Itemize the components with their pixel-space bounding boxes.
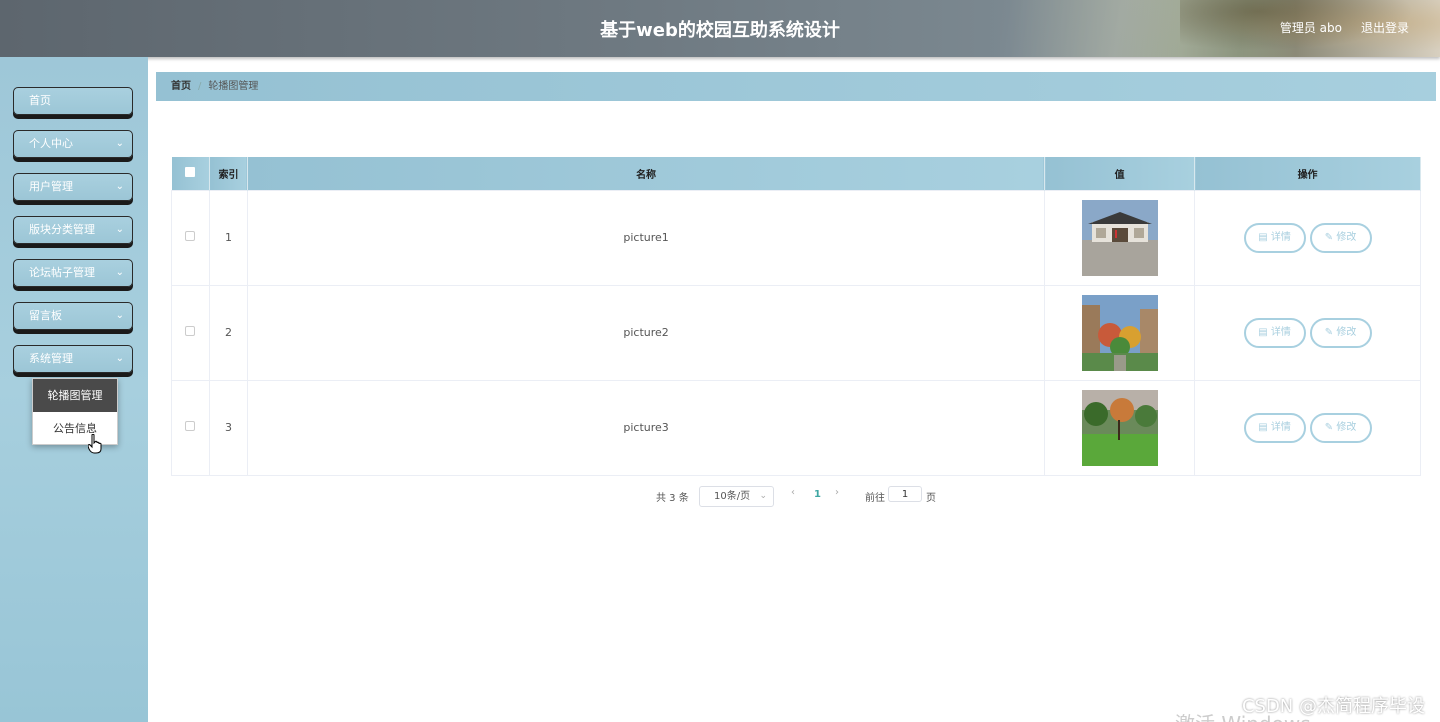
page-unit-label: 页	[926, 493, 936, 504]
pagination-total: 共 3 条	[656, 493, 689, 504]
sidebar-item-system-management[interactable]: 系统管理 ⌄	[13, 345, 133, 373]
row-checkbox[interactable]	[185, 326, 196, 336]
edit-button-label: 修改	[1336, 231, 1357, 243]
row-name: picture2	[246, 284, 1046, 381]
row-checkbox[interactable]	[185, 421, 196, 431]
sidebar-item-user-management[interactable]: 用户管理 ⌄	[13, 173, 133, 201]
row-index: 3	[208, 379, 248, 476]
submenu-item-announcements[interactable]: 公告信息	[33, 412, 117, 445]
detail-button-label: 详情	[1270, 421, 1291, 433]
hand-pointer-cursor-icon	[88, 434, 102, 454]
column-header-index: 索引	[209, 157, 248, 190]
submenu-item-carousel[interactable]: 轮播图管理	[33, 379, 117, 412]
sidebar-item-forum-posts[interactable]: 论坛帖子管理 ⌄	[13, 259, 133, 287]
row-index: 1	[208, 189, 248, 286]
csdn-watermark: CSDN @杰简程序毕设	[1241, 696, 1425, 717]
table-row: 2 picture2 ▤ 详情 ✎ 修改	[171, 284, 1421, 381]
breadcrumb: 首页 / 轮播图管理	[156, 72, 1436, 101]
page-size-value: 10条/页	[714, 491, 751, 502]
sidebar-item-home[interactable]: 首页	[13, 87, 133, 115]
detail-button[interactable]: ▤ 详情	[1243, 222, 1306, 253]
table-header-row: 索引 名称 值 操作	[171, 157, 1421, 190]
sidebar-item-label: 留言板	[29, 309, 62, 322]
sidebar-item-label: 用户管理	[29, 180, 73, 193]
sidebar-item-label: 个人中心	[29, 137, 73, 150]
next-page-icon[interactable]: ›	[835, 487, 839, 498]
current-user-label: 管理员 abo	[1279, 21, 1342, 35]
edit-button[interactable]: ✎ 修改	[1309, 412, 1372, 443]
detail-button[interactable]: ▤ 详情	[1243, 412, 1306, 443]
edit-button[interactable]: ✎ 修改	[1309, 317, 1372, 348]
document-icon: ▤	[1258, 231, 1268, 243]
pencil-icon: ✎	[1324, 231, 1334, 243]
row-name: picture1	[246, 189, 1046, 286]
carousel-thumbnail-image	[1081, 294, 1158, 371]
sidebar-item-message-board[interactable]: 留言板 ⌄	[13, 302, 133, 330]
system-management-submenu: 轮播图管理 公告信息	[32, 378, 118, 445]
edit-button-label: 修改	[1336, 326, 1357, 338]
column-header-value: 值	[1044, 157, 1196, 190]
column-header-name: 名称	[247, 157, 1046, 190]
row-index: 2	[208, 284, 248, 381]
goto-label: 前往	[865, 493, 885, 504]
detail-button-label: 详情	[1270, 326, 1291, 338]
breadcrumb-home[interactable]: 首页	[171, 81, 191, 92]
sidebar-item-board-category[interactable]: 版块分类管理 ⌄	[13, 216, 133, 244]
sidebar-item-label: 版块分类管理	[29, 223, 95, 236]
pencil-icon: ✎	[1324, 421, 1334, 433]
select-all-checkbox[interactable]	[185, 166, 196, 177]
pencil-icon: ✎	[1324, 326, 1334, 338]
row-checkbox[interactable]	[185, 231, 196, 241]
breadcrumb-current: 轮播图管理	[208, 81, 259, 92]
chevron-down-icon: ⌄	[115, 138, 124, 149]
top-header: 基于web的校园互助系统设计 管理员 abo 退出登录	[0, 0, 1440, 57]
edit-button[interactable]: ✎ 修改	[1309, 222, 1372, 253]
chevron-down-icon: ⌄	[759, 491, 767, 501]
chevron-down-icon: ⌄	[115, 353, 124, 364]
detail-button-label: 详情	[1270, 231, 1291, 243]
page-size-select[interactable]: 10条/页 ⌄	[699, 486, 774, 507]
document-icon: ▤	[1258, 421, 1268, 433]
carousel-thumbnail-image	[1081, 199, 1158, 276]
sidebar-item-label: 论坛帖子管理	[29, 266, 95, 279]
row-name: picture3	[246, 379, 1046, 476]
edit-button-label: 修改	[1336, 421, 1357, 433]
carousel-thumbnail-image	[1081, 389, 1158, 466]
chevron-down-icon: ⌄	[115, 181, 124, 192]
breadcrumb-separator: /	[198, 81, 202, 92]
chevron-down-icon: ⌄	[115, 224, 124, 235]
select-all-cell	[171, 157, 210, 190]
chevron-down-icon: ⌄	[115, 267, 124, 278]
table-row: 1 picture1 ▤ 详情 ✎ 修改	[171, 189, 1421, 286]
detail-button[interactable]: ▤ 详情	[1243, 317, 1306, 348]
sidebar-item-label: 首页	[29, 94, 51, 107]
goto-page-input[interactable]	[888, 486, 922, 502]
sidebar-item-label: 系统管理	[29, 352, 73, 365]
page-number[interactable]: 1	[814, 489, 821, 500]
table-row: 3 picture3 ▤ 详情 ✎ 修改	[171, 379, 1421, 476]
column-header-actions: 操作	[1194, 157, 1421, 190]
sidebar-item-personal-center[interactable]: 个人中心 ⌄	[13, 130, 133, 158]
carousel-table: 索引 名称 值 操作 1 picture1 ▤ 详情 ✎ 修改 2 pictur…	[171, 157, 1421, 476]
document-icon: ▤	[1258, 326, 1268, 338]
logout-link[interactable]: 退出登录	[1361, 19, 1409, 36]
prev-page-icon[interactable]: ‹	[791, 487, 795, 498]
chevron-down-icon: ⌄	[115, 310, 124, 321]
app-title: 基于web的校园互助系统设计	[600, 20, 840, 41]
